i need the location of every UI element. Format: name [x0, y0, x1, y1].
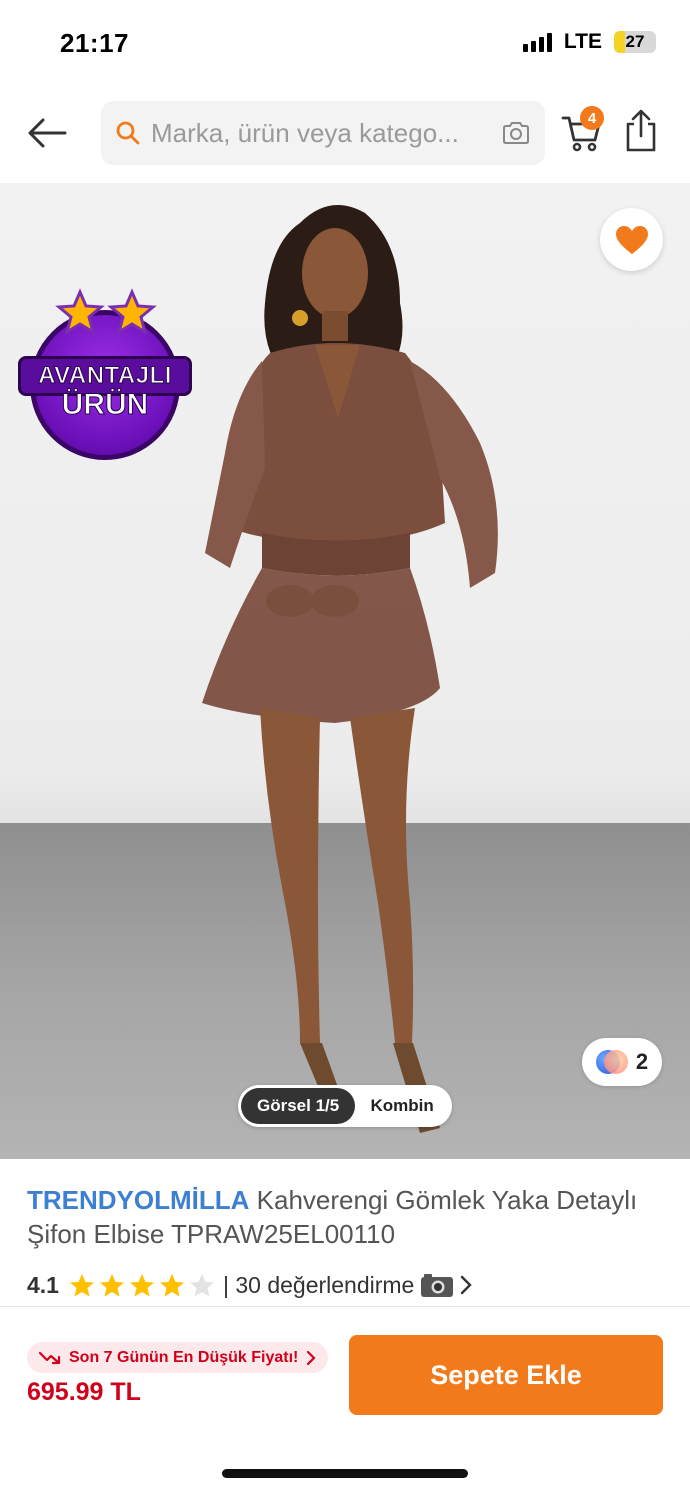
badge-text-secondary: ÜRÜN: [61, 388, 149, 422]
arrow-left-icon: [28, 118, 67, 148]
search-bar[interactable]: [101, 101, 545, 165]
brand-link[interactable]: TRENDYOLMİLLA: [27, 1185, 249, 1215]
star-filled-icon: [159, 1273, 184, 1296]
star-filled-icon: [69, 1273, 94, 1296]
color-count: 2: [635, 1049, 649, 1074]
color-palette-icon: [595, 1050, 628, 1074]
rating-value: 4.1: [27, 1271, 59, 1298]
chevron-right-icon: [461, 1275, 473, 1295]
star-icon: [55, 288, 157, 336]
home-indicator: [222, 1469, 468, 1478]
cart-count-badge: 4: [580, 106, 604, 130]
tab-gallery[interactable]: Görsel 1/5: [241, 1088, 356, 1124]
photo-camera-icon: [421, 1274, 454, 1297]
review-count: | 30 değerlendirme: [222, 1271, 415, 1298]
rating-stars: [69, 1273, 215, 1298]
badge-text-primary: AVANTAJLI: [38, 362, 172, 390]
image-tabs: Görsel 1/5 Kombin: [238, 1085, 452, 1127]
rating-row: 4.1 | 30 değerlendirme: [27, 1270, 473, 1300]
tab-combination[interactable]: Kombin: [355, 1088, 449, 1124]
lowest-price-badge[interactable]: Son 7 Günün En Düşük Fiyatı!: [27, 1342, 329, 1373]
reviews-link[interactable]: | 30 değerlendirme: [222, 1271, 473, 1299]
status-bar: 21:17 LTE 27: [0, 0, 690, 88]
add-to-cart-button[interactable]: Sepete Ekle: [349, 1335, 663, 1415]
network-label: LTE: [563, 30, 602, 53]
share-button[interactable]: [622, 108, 660, 154]
back-button[interactable]: [24, 110, 70, 156]
top-nav: 4: [0, 96, 690, 172]
divider: [0, 1306, 690, 1307]
signal-icon: [522, 32, 552, 52]
battery-icon: 27: [614, 31, 656, 53]
favorite-button[interactable]: [600, 208, 663, 271]
search-input[interactable]: [151, 117, 495, 149]
trend-down-icon: [39, 1351, 61, 1364]
star-filled-icon: [99, 1273, 124, 1296]
advantage-product-badge: AVANTAJLI ÜRÜN: [18, 288, 192, 460]
chevron-right-icon: [307, 1350, 316, 1365]
camera-icon[interactable]: [501, 120, 531, 146]
battery-percent: 27: [625, 32, 645, 51]
product-price: 695.99 TL: [27, 1378, 141, 1406]
product-image[interactable]: AVANTAJLI ÜRÜN: [0, 183, 690, 1159]
star-empty-icon: [189, 1273, 214, 1296]
share-icon: [626, 109, 656, 152]
color-variants-button[interactable]: 2: [582, 1038, 662, 1086]
lowest-price-text: Son 7 Günün En Düşük Fiyatı!: [69, 1348, 299, 1366]
star-filled-icon: [129, 1273, 154, 1296]
product-title: TRENDYOLMİLLA Kahverengi Gömlek Yaka Det…: [27, 1183, 667, 1251]
search-icon: [116, 121, 140, 145]
status-time: 21:17: [60, 28, 129, 58]
heart-icon: [615, 225, 648, 254]
status-indicators: LTE 27: [522, 30, 656, 54]
